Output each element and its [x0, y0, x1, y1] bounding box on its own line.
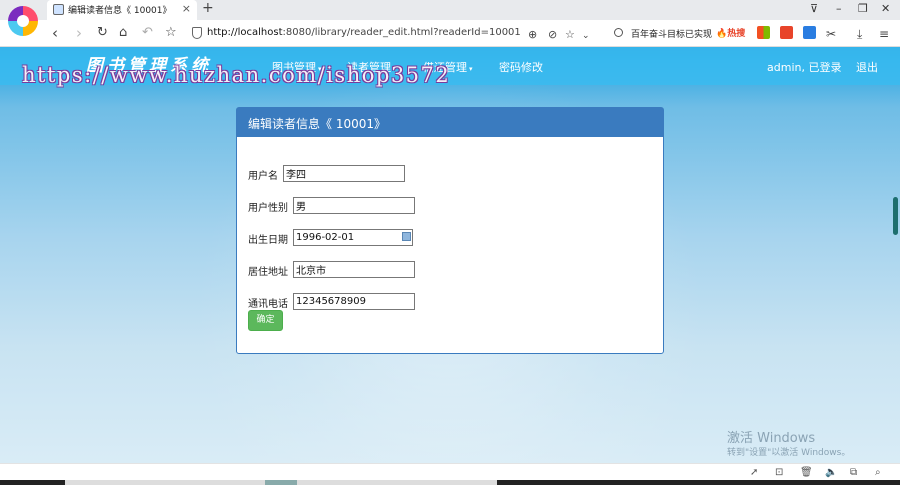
edit-reader-panel: 编辑读者信息《 10001》 用户名 用户性别 出生日期 居住地址 通讯电话 确…	[236, 107, 664, 354]
phone-input[interactable]	[293, 293, 415, 310]
window-menu-icon[interactable]: ⊽	[810, 2, 818, 15]
volume-icon[interactable]: 🔈	[825, 467, 837, 478]
username-row: 用户名	[248, 165, 405, 182]
menu-icon[interactable]: ≡	[879, 25, 889, 43]
address-input[interactable]	[293, 261, 415, 278]
chevron-down-icon[interactable]: ⌄	[582, 27, 590, 45]
taskbar-window[interactable]	[297, 480, 497, 485]
address-row: 居住地址	[248, 261, 415, 278]
close-window-button[interactable]: ✕	[881, 2, 890, 15]
nav-change-password[interactable]: 密码修改	[499, 59, 543, 75]
apps-icon[interactable]	[757, 26, 770, 39]
chevron-down-icon: ▾	[469, 65, 473, 73]
back-arrow-icon[interactable]: ‹	[52, 24, 58, 42]
birthdate-label: 出生日期	[248, 235, 288, 246]
security-shield-icon	[192, 27, 202, 39]
browser-status-bar: ➚ ⊡ 🗑 🔈 ⧉ ⌕	[0, 463, 900, 480]
activate-windows-title: 激活 Windows	[727, 431, 816, 446]
birthdate-input[interactable]	[293, 229, 413, 246]
panel-title: 编辑读者信息《 10001》	[237, 108, 663, 137]
maximize-button[interactable]: ❐	[858, 2, 868, 15]
web-page: 图书管理系统 图书管理 ▾ 读者管理 ▾ 借还管理 ▾ 密码修改 admin, 已登录…	[0, 47, 900, 463]
reader-mode-icon[interactable]: ⊘	[548, 26, 557, 44]
favorite-icon[interactable]: ☆	[565, 26, 575, 44]
gender-row: 用户性别	[248, 197, 415, 214]
trash-icon[interactable]: 🗑	[800, 467, 813, 478]
watermark-text: https://www.huzhan.com/ishop3572	[22, 63, 451, 87]
download-icon[interactable]: ⤓	[857, 25, 862, 43]
taskbar-window[interactable]	[65, 480, 265, 485]
zoom-icon[interactable]: ⊕	[528, 26, 537, 44]
tab-title: 编辑读者信息《 10001》	[68, 6, 172, 16]
browser-toolbar: ‹ › ↻ ⌂ ↶ ☆ http://localhost:8080/librar…	[0, 20, 900, 47]
search-icon	[614, 28, 623, 37]
zoom-search-icon[interactable]: ⌕	[875, 467, 881, 478]
scrollbar-thumb[interactable]	[893, 197, 898, 235]
phone-label: 通讯电话	[248, 299, 288, 310]
address-label: 居住地址	[248, 267, 288, 278]
search-suggestion[interactable]: 百年奋斗目标已实现	[631, 27, 712, 40]
new-tab-button[interactable]: +	[202, 0, 214, 16]
gender-input[interactable]	[293, 197, 415, 214]
hot-search-badge: 🔥热搜	[716, 29, 746, 39]
logged-in-user[interactable]: admin, 已登录	[767, 59, 841, 75]
birthdate-row: 出生日期	[248, 229, 413, 246]
reload-icon[interactable]: ↻	[97, 24, 108, 42]
calendar-icon[interactable]	[402, 232, 411, 241]
os-taskbar	[0, 480, 900, 485]
browser-tab-strip: 编辑读者信息《 10001》 × + ⊽ – ❐ ✕	[0, 0, 900, 20]
home-icon[interactable]: ⌂	[119, 24, 127, 42]
submit-button[interactable]: 确定	[248, 310, 283, 331]
game-icon[interactable]	[780, 26, 793, 39]
extension-icon[interactable]	[803, 26, 816, 39]
browser-tab-active[interactable]: 编辑读者信息《 10001》 ×	[47, 0, 197, 20]
logout-link[interactable]: 退出	[856, 59, 878, 75]
tab-close-icon[interactable]: ×	[182, 2, 191, 15]
scissors-icon[interactable]: ✂	[826, 25, 836, 43]
browser-logo-icon[interactable]	[8, 6, 38, 36]
username-label: 用户名	[248, 171, 278, 182]
activate-windows-hint: 转到"设置"以激活 Windows。	[727, 448, 851, 458]
minimize-button[interactable]: –	[836, 2, 842, 15]
window-icon[interactable]: ⧉	[850, 467, 857, 478]
forward-arrow-icon[interactable]: ›	[76, 24, 82, 42]
page-favicon-icon	[53, 4, 64, 15]
rocket-icon[interactable]: ➚	[750, 467, 758, 478]
bookmark-star-icon[interactable]: ☆	[165, 24, 177, 42]
phone-row: 通讯电话	[248, 293, 415, 310]
gender-label: 用户性别	[248, 203, 288, 214]
screenshot-icon[interactable]: ⊡	[775, 467, 783, 478]
username-input[interactable]	[283, 165, 405, 182]
url-text[interactable]: http://localhost:8080/library/reader_edi…	[207, 27, 521, 38]
taskbar-window[interactable]	[265, 480, 297, 485]
undo-icon[interactable]: ↶	[142, 24, 153, 42]
